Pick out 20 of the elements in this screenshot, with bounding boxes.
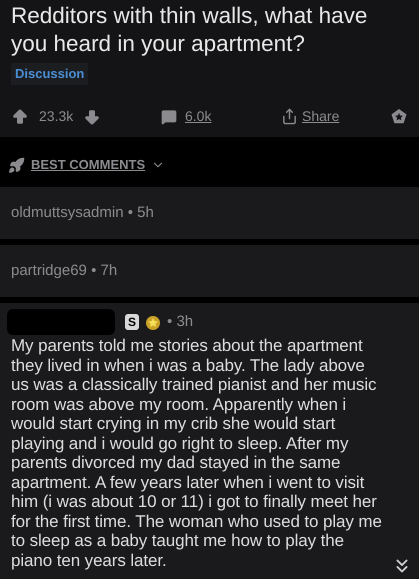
share-icon[interactable] xyxy=(281,108,298,125)
score: 23.3k xyxy=(39,107,74,126)
comment-meta: oldmuttsysadmin • 5h xyxy=(11,204,154,221)
comment-row[interactable]: oldmuttsysadmin • 5h xyxy=(0,187,419,239)
post-title: Redditors with thin walls, what have you heard in your apartment? xyxy=(11,2,368,58)
share-link[interactable]: Share xyxy=(302,106,340,127)
post-flair[interactable]: Discussion xyxy=(11,63,88,84)
award-icon[interactable] xyxy=(390,108,408,126)
comment-body: My parents told me stories about the apartment they lived in when i was a baby. The lady above us was a classically trained pianist and her music room was above my room. Apparently when i would start crying in my crib she would start playing and i would go right to sleep. After my parents divorced my dad stayed in the same apartment. A few years later when i went to visit him (i was about 10 or 11) i got to finally meet her for the first time. The woman who used to play me to sleep as a baby taught me how to play the piano ten years later. xyxy=(11,336,383,570)
upvote-icon[interactable] xyxy=(11,108,29,126)
comment-icon[interactable] xyxy=(161,108,177,124)
user-badge: S xyxy=(125,314,139,330)
rocket-icon xyxy=(8,156,25,174)
downvote-icon[interactable] xyxy=(83,108,102,126)
comment-time: • 3h xyxy=(167,312,194,332)
sort-menu[interactable]: BEST COMMENTS xyxy=(31,155,146,175)
comment-row[interactable]: partridge69 • 7h xyxy=(0,245,419,297)
award-icon xyxy=(145,314,161,330)
comment-count[interactable]: 6.0k xyxy=(185,106,212,127)
comment-meta: partridge69 • 7h xyxy=(11,262,118,279)
